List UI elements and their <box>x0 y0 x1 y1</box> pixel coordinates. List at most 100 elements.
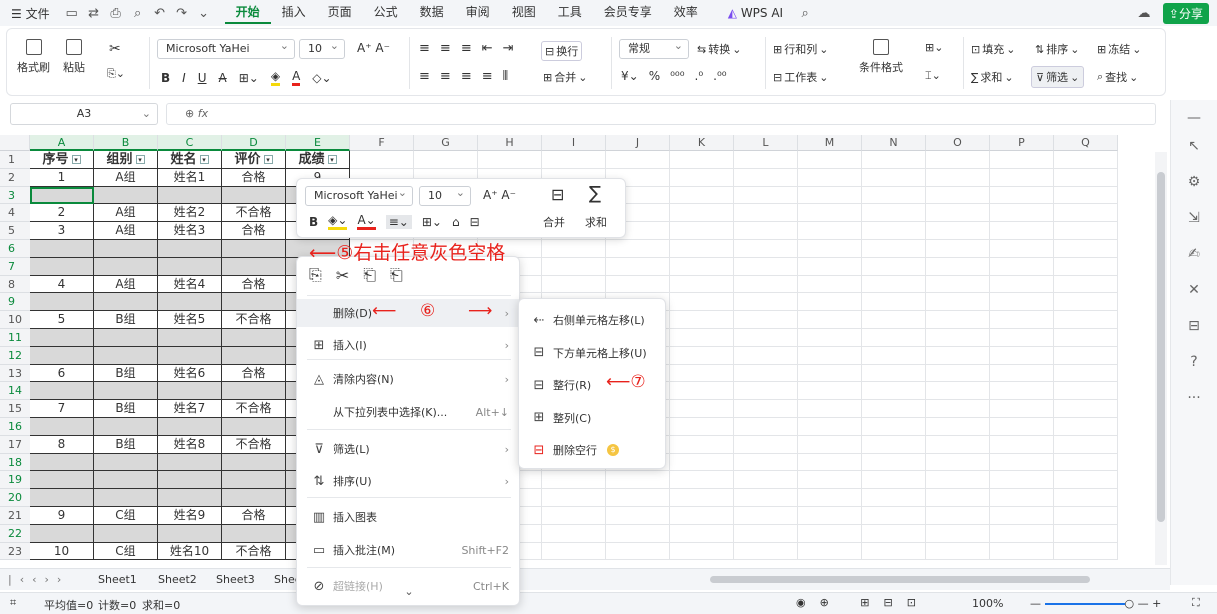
cell[interactable] <box>670 222 734 240</box>
ai-icon[interactable]: ✍ <box>1186 246 1202 262</box>
table-style-icon[interactable]: ⌶⌄ <box>925 69 941 83</box>
cell[interactable] <box>606 524 670 543</box>
cell[interactable] <box>798 346 862 365</box>
cell[interactable] <box>798 453 862 472</box>
percent-icon[interactable]: % <box>649 69 660 83</box>
cell[interactable]: 姓名9 <box>158 507 222 525</box>
row-col-button[interactable]: ⊞ 行和列 ⌄ <box>773 41 828 57</box>
cell[interactable] <box>798 364 862 383</box>
select-all-corner[interactable] <box>0 135 30 151</box>
sheet-tab[interactable]: Sheet1 <box>98 573 137 586</box>
cell[interactable] <box>670 346 734 365</box>
cell[interactable] <box>990 453 1054 472</box>
tab-0[interactable]: 开始 <box>224 3 271 24</box>
cell[interactable] <box>1054 418 1118 436</box>
cell[interactable] <box>734 204 798 223</box>
table-header-cell[interactable]: 组别 ▾ <box>94 151 158 169</box>
filter-button[interactable]: ⊽ 筛选 ⌄ <box>1031 66 1085 88</box>
cell[interactable] <box>158 346 222 365</box>
cell[interactable] <box>94 489 158 507</box>
column-header[interactable]: E <box>286 135 350 151</box>
cell[interactable] <box>542 257 606 276</box>
cell[interactable] <box>670 382 734 401</box>
cell[interactable] <box>862 186 926 205</box>
filter-dropdown-icon[interactable]: ▾ <box>135 155 145 164</box>
column-header[interactable]: L <box>734 135 798 151</box>
italic-button[interactable]: I <box>182 71 186 85</box>
row-header[interactable]: 3 <box>0 186 30 205</box>
cell[interactable] <box>1054 275 1118 294</box>
name-box[interactable]: A3 ⌄ <box>10 103 158 125</box>
fill-button[interactable]: ⊡ 填充 ⌄ <box>971 41 1015 57</box>
align-middle-icon[interactable]: ≡ <box>440 41 451 56</box>
fullscreen-icon[interactable]: ⛶ <box>1192 596 1200 610</box>
cell[interactable] <box>1054 471 1118 490</box>
select-icon[interactable]: ↖ <box>1186 138 1202 154</box>
submenu-item[interactable]: ⇠ 右侧单元格左移(L) <box>519 304 667 336</box>
zoom-slider[interactable]: — ○ — + <box>1030 597 1161 610</box>
cell[interactable] <box>798 489 862 507</box>
cell[interactable] <box>862 524 926 543</box>
cell[interactable] <box>94 329 158 347</box>
cell[interactable] <box>670 489 734 507</box>
cell[interactable] <box>30 418 94 436</box>
justify-icon[interactable]: ≡ <box>482 69 493 84</box>
cell[interactable] <box>606 257 670 276</box>
cell[interactable]: A组 <box>94 222 158 240</box>
cell[interactable] <box>670 542 734 561</box>
cell[interactable] <box>862 293 926 312</box>
cell[interactable]: 9 <box>30 507 94 525</box>
cell[interactable] <box>30 489 94 507</box>
cell[interactable] <box>30 346 94 365</box>
row-header[interactable]: 17 <box>0 435 30 454</box>
cell[interactable] <box>1054 364 1118 383</box>
cell[interactable] <box>222 346 286 365</box>
cell[interactable] <box>926 471 990 490</box>
paste-icon[interactable]: ⎗ <box>363 265 376 285</box>
cell[interactable] <box>926 329 990 347</box>
table-header-cell[interactable]: 成绩 ▾ <box>286 151 350 169</box>
cell[interactable] <box>222 293 286 312</box>
cell[interactable] <box>990 400 1054 418</box>
cut-icon[interactable]: ✂ <box>109 41 121 57</box>
cell[interactable] <box>30 240 94 258</box>
row-header[interactable]: 1 <box>0 151 30 169</box>
increase-font-icon[interactable]: A⁺ A⁻ <box>357 41 390 55</box>
cell[interactable] <box>734 524 798 543</box>
cell[interactable] <box>798 311 862 329</box>
column-header[interactable]: Q <box>1054 135 1118 151</box>
more-chevron-icon[interactable]: ⌄ <box>193 6 215 21</box>
cell[interactable] <box>670 524 734 543</box>
cell[interactable]: 6 <box>30 364 94 383</box>
share-link-icon[interactable]: ⇄ <box>83 6 105 21</box>
cell[interactable]: 1 <box>30 168 94 187</box>
column-header[interactable]: K <box>670 135 734 151</box>
row-header[interactable]: 10 <box>0 311 30 329</box>
column-header[interactable]: D <box>222 135 286 151</box>
outdent-icon[interactable]: ⇥ <box>503 41 514 56</box>
cell[interactable] <box>1054 346 1118 365</box>
cell[interactable]: 10 <box>30 542 94 561</box>
cell[interactable] <box>798 186 862 205</box>
cell[interactable] <box>990 542 1054 561</box>
cell[interactable] <box>1054 151 1118 169</box>
cell[interactable] <box>350 151 414 169</box>
column-header[interactable]: F <box>350 135 414 151</box>
row-header[interactable]: 13 <box>0 364 30 383</box>
cell[interactable] <box>670 204 734 223</box>
column-header[interactable]: G <box>414 135 478 151</box>
copy-icon[interactable]: ⎘⌄ <box>107 67 125 81</box>
cell[interactable] <box>542 471 606 490</box>
cell[interactable] <box>1054 453 1118 472</box>
cell[interactable] <box>606 542 670 561</box>
cell[interactable] <box>222 453 286 472</box>
tab-6[interactable]: 视图 <box>501 3 547 24</box>
cell[interactable] <box>478 151 542 169</box>
cut-icon[interactable]: ✂ <box>336 266 349 285</box>
cell[interactable] <box>670 168 734 187</box>
mini-sum-icon[interactable]: ∑ <box>589 183 601 204</box>
cell[interactable] <box>862 257 926 276</box>
cell[interactable]: A组 <box>94 168 158 187</box>
cell[interactable]: 姓名3 <box>158 222 222 240</box>
cell[interactable] <box>222 524 286 543</box>
